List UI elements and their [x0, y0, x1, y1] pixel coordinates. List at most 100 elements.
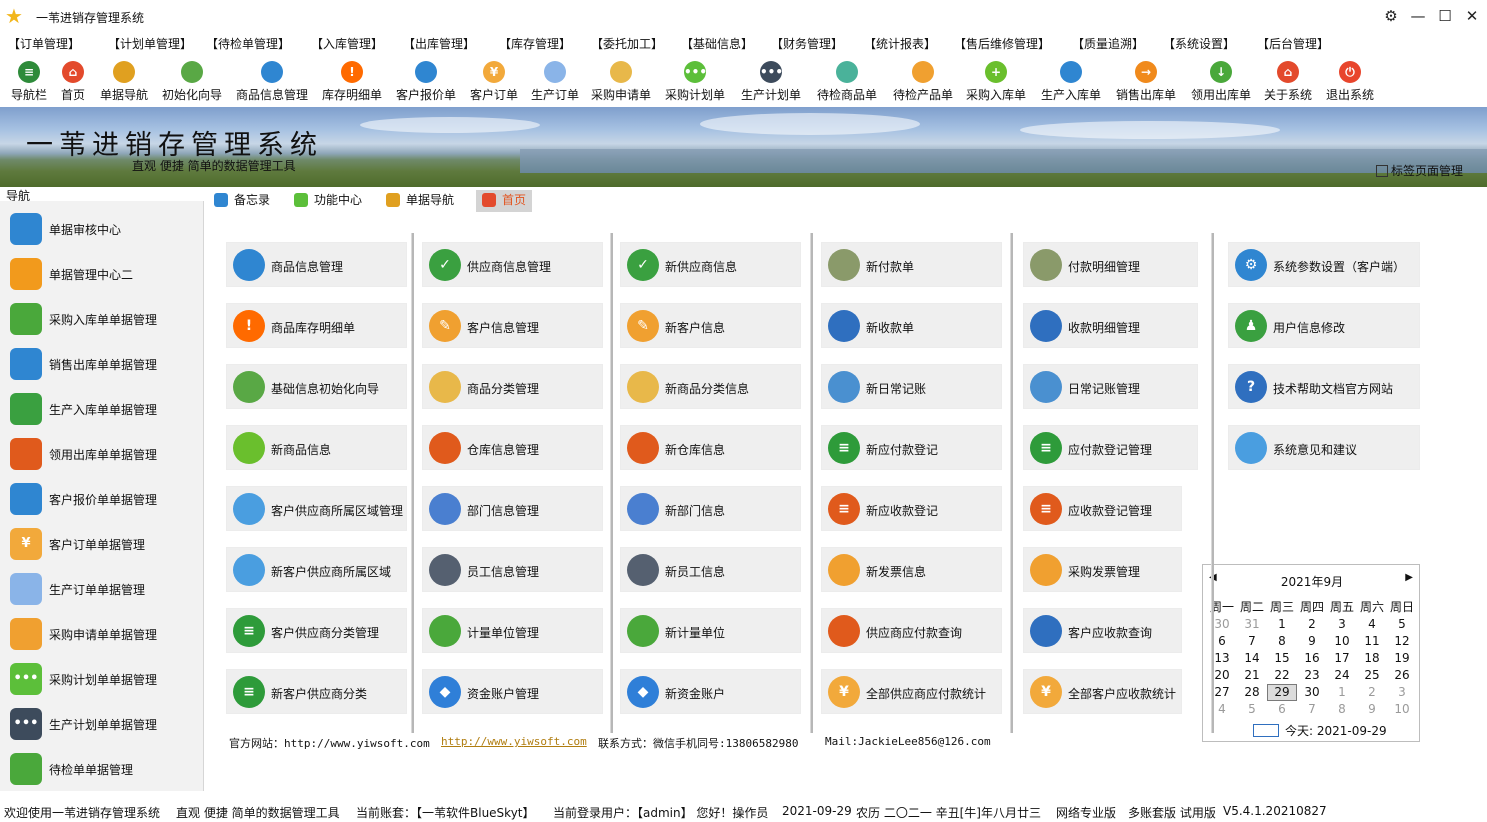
function-tile[interactable]: ≡ 应收款登记管理	[1023, 486, 1182, 531]
calendar-day[interactable]: 24	[1327, 667, 1357, 684]
nav-item[interactable]: 采购入库单单据管理	[0, 297, 204, 341]
tab-item[interactable]: 首页	[476, 190, 533, 212]
function-tile[interactable]: 付款明细管理	[1023, 242, 1198, 287]
function-tile[interactable]: ≡ 应付款登记管理	[1023, 425, 1198, 470]
function-tile[interactable]: 日常记账管理	[1023, 364, 1198, 409]
tab-item[interactable]: 功能中心	[288, 190, 368, 212]
calendar-day[interactable]: 3	[1387, 684, 1417, 701]
function-tile[interactable]: 新计量单位	[620, 608, 801, 653]
toolbar-button[interactable]: ••• 生产计划单	[737, 58, 805, 104]
calendar-day[interactable]: 8	[1267, 633, 1297, 650]
function-tile[interactable]: ◆ 资金账户管理	[422, 669, 603, 714]
toolbar-button[interactable]: ⌂ 关于系统	[1260, 58, 1316, 104]
toolbar-button[interactable]: 生产入库单	[1037, 58, 1105, 104]
menu-item[interactable]: 【统计报表】	[864, 36, 936, 53]
calendar-day[interactable]: 22	[1267, 667, 1297, 684]
maximize-button[interactable]: ☐	[1432, 4, 1458, 28]
menu-item[interactable]: 【订单管理】	[8, 36, 80, 53]
nav-item[interactable]: ••• 生产计划单单据管理	[0, 702, 204, 746]
minimize-button[interactable]: —	[1405, 4, 1431, 28]
function-tile[interactable]: ≡ 客户供应商分类管理	[226, 608, 407, 653]
function-tile[interactable]: 计量单位管理	[422, 608, 603, 653]
tab-item[interactable]: 备忘录	[208, 190, 276, 212]
toolbar-button[interactable]: ↓ 领用出库单	[1187, 58, 1255, 104]
tab-item[interactable]: 单据导航	[380, 190, 460, 212]
function-tile[interactable]: ! 商品库存明细单	[226, 303, 407, 348]
nav-item[interactable]: ¥ 客户订单单据管理	[0, 522, 204, 566]
function-tile[interactable]: 仓库信息管理	[422, 425, 603, 470]
calendar-day[interactable]: 2	[1357, 684, 1387, 701]
nav-item[interactable]: 生产订单单据管理	[0, 567, 204, 611]
toolbar-button[interactable]: ⌂ 首页	[55, 58, 91, 104]
calendar-day[interactable]: 7	[1297, 701, 1327, 718]
calendar-day[interactable]: 6	[1267, 701, 1297, 718]
calendar-day[interactable]: 18	[1357, 650, 1387, 667]
calendar-day[interactable]: 21	[1237, 667, 1267, 684]
menu-item[interactable]: 【质量追溯】	[1072, 36, 1144, 53]
calendar-day[interactable]: 10	[1387, 701, 1417, 718]
menu-item[interactable]: 【待检单管理】	[206, 36, 290, 53]
calendar-day[interactable]: 23	[1297, 667, 1327, 684]
calendar-day[interactable]: 4	[1357, 616, 1387, 633]
checkbox-icon[interactable]	[1375, 165, 1388, 177]
function-tile[interactable]: 客户供应商所属区域管理	[226, 486, 407, 531]
function-tile[interactable]: 新日常记账	[821, 364, 1002, 409]
calendar-day[interactable]: 30	[1297, 684, 1327, 701]
calendar-day[interactable]: 12	[1387, 633, 1417, 650]
calendar-day[interactable]: 17	[1327, 650, 1357, 667]
function-tile[interactable]: ✎ 新客户信息	[620, 303, 801, 348]
menu-item[interactable]: 【库存管理】	[499, 36, 571, 53]
calendar-next-button[interactable]: ▶	[1405, 572, 1413, 583]
nav-item[interactable]: 销售出库单单据管理	[0, 342, 204, 386]
calendar-day[interactable]: 15	[1267, 650, 1297, 667]
function-tile[interactable]: ⚙ 系统参数设置（客户端）	[1228, 242, 1420, 287]
function-tile[interactable]: ¥ 全部客户应收款统计	[1023, 669, 1182, 714]
menu-item[interactable]: 【计划单管理】	[108, 36, 192, 53]
function-tile[interactable]: 供应商应付款查询	[821, 608, 1002, 653]
tab-manage-toggle[interactable]: 标签页面管理	[1375, 162, 1463, 179]
function-tile[interactable]: 新仓库信息	[620, 425, 801, 470]
function-tile[interactable]: 新收款单	[821, 303, 1002, 348]
calendar-day[interactable]: 1	[1267, 616, 1297, 633]
calendar-day[interactable]: 7	[1237, 633, 1267, 650]
calendar-day[interactable]: 9	[1297, 633, 1327, 650]
function-tile[interactable]: 新发票信息	[821, 547, 1002, 592]
calendar-day[interactable]: 1	[1327, 684, 1357, 701]
toolbar-button[interactable]: 生产订单	[527, 58, 583, 104]
toolbar-button[interactable]: 待检产品单	[889, 58, 957, 104]
function-tile[interactable]: ◆ 新资金账户	[620, 669, 801, 714]
menu-item[interactable]: 【出库管理】	[403, 36, 475, 53]
function-tile[interactable]: 新付款单	[821, 242, 1002, 287]
menu-item[interactable]: 【系统设置】	[1163, 36, 1235, 53]
calendar-day[interactable]: 5	[1237, 701, 1267, 718]
menu-item[interactable]: 【委托加工】	[591, 36, 663, 53]
function-tile[interactable]: 基础信息初始化向导	[226, 364, 407, 409]
calendar-day[interactable]: 26	[1387, 667, 1417, 684]
calendar-day[interactable]: 16	[1297, 650, 1327, 667]
nav-item[interactable]: 客户报价单单据管理	[0, 477, 204, 521]
calendar-day[interactable]: 14	[1237, 650, 1267, 667]
toolbar-button[interactable]: → 销售出库单	[1112, 58, 1180, 104]
menu-item[interactable]: 【基础信息】	[681, 36, 753, 53]
calendar-day[interactable]: 19	[1387, 650, 1417, 667]
function-tile[interactable]: 商品信息管理	[226, 242, 407, 287]
function-tile[interactable]: 商品分类管理	[422, 364, 603, 409]
toolbar-button[interactable]: 客户报价单	[392, 58, 460, 104]
function-tile[interactable]: ≡ 新应付款登记	[821, 425, 1002, 470]
toolbar-button[interactable]: 采购申请单	[587, 58, 655, 104]
nav-item[interactable]: ••• 采购计划单单据管理	[0, 657, 204, 701]
calendar-day[interactable]: 29	[1267, 684, 1297, 701]
calendar-day[interactable]: 8	[1327, 701, 1357, 718]
menu-item[interactable]: 【后台管理】	[1257, 36, 1329, 53]
menu-item[interactable]: 【入库管理】	[311, 36, 383, 53]
toolbar-button[interactable]: ≡ 导航栏	[4, 58, 54, 104]
function-tile[interactable]: 客户应收款查询	[1023, 608, 1182, 653]
settings-icon[interactable]: ⚙	[1378, 4, 1404, 28]
function-tile[interactable]: 系统意见和建议	[1228, 425, 1420, 470]
function-tile[interactable]: ? 技术帮助文档官方网站	[1228, 364, 1420, 409]
toolbar-button[interactable]: 初始化向导	[156, 58, 228, 104]
calendar-day[interactable]: 9	[1357, 701, 1387, 718]
menu-item[interactable]: 【财务管理】	[771, 36, 843, 53]
calendar-day[interactable]: 28	[1237, 684, 1267, 701]
function-tile[interactable]: ♟ 用户信息修改	[1228, 303, 1420, 348]
